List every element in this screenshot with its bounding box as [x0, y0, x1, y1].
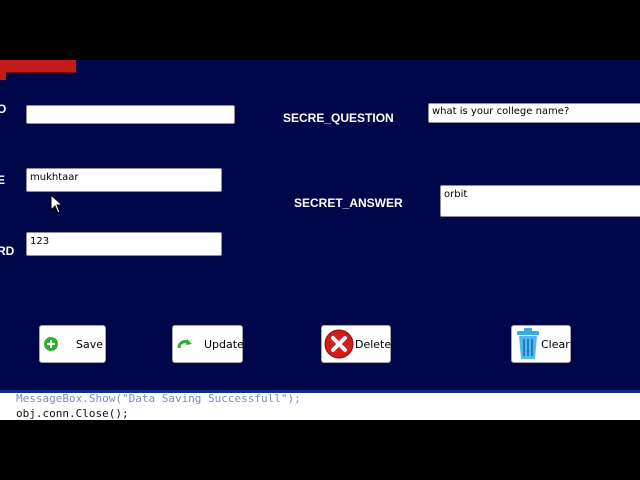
code-line-partial: MessageBox.Show("Data Saving Successfull…	[16, 392, 301, 405]
delete-x-icon	[324, 329, 354, 359]
field-1-input[interactable]	[26, 105, 235, 124]
label-password: RD	[0, 244, 15, 258]
label-field-1: O	[0, 102, 7, 116]
clear-button[interactable]: Clear	[511, 325, 571, 363]
label-username: E	[0, 173, 6, 187]
delete-button[interactable]: Delete	[321, 325, 391, 363]
code-editor-strip: MessageBox.Show("Data Saving Successfull…	[0, 390, 640, 420]
code-line-close: obj.conn.Close();	[16, 407, 129, 420]
username-input[interactable]: mukhtaar	[26, 168, 222, 192]
secret-answer-label: SECRET_ANSWER	[294, 196, 403, 210]
refresh-icon	[176, 337, 194, 351]
update-button[interactable]: Update	[172, 325, 244, 363]
delete-label: Delete	[355, 337, 392, 351]
clear-label: Clear	[541, 337, 570, 351]
secret-question-input[interactable]: what is your college name?	[428, 103, 640, 123]
trash-icon	[515, 328, 541, 360]
secret-question-label: SECRE_QUESTION	[283, 111, 394, 125]
save-label: Save	[76, 337, 104, 351]
update-label: Update	[204, 337, 244, 351]
secret-answer-input[interactable]: orbit	[440, 185, 640, 217]
mouse-pointer-icon	[50, 193, 64, 219]
password-input[interactable]: 123	[26, 232, 222, 256]
add-icon	[43, 336, 59, 352]
save-button[interactable]: Save	[39, 325, 106, 363]
red-tab-strip	[0, 60, 76, 80]
